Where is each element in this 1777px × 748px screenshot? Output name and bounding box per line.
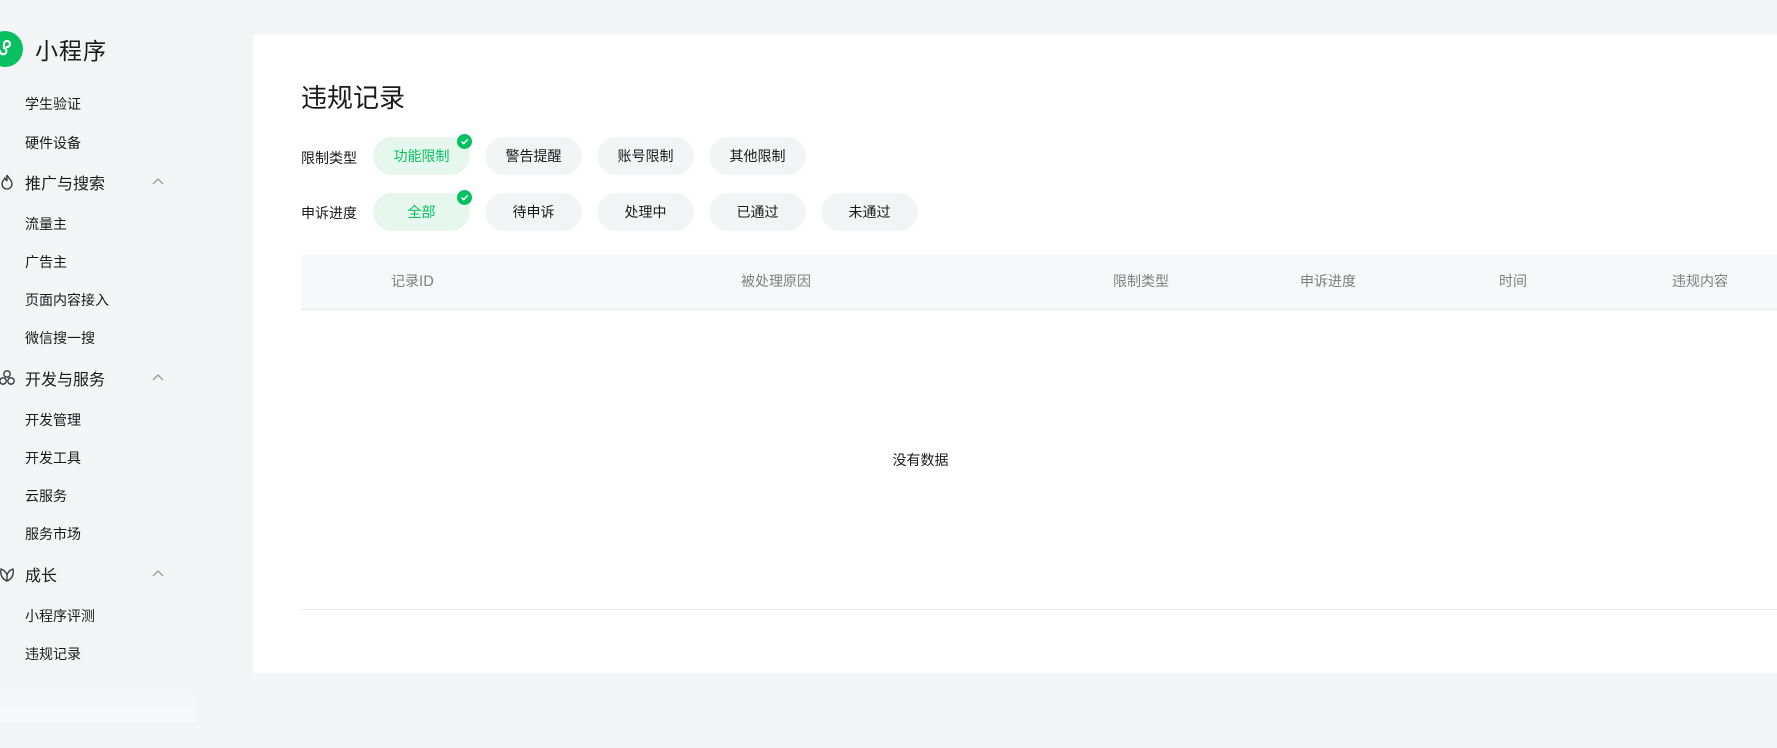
column-header-restriction-type: 限制类型	[1113, 274, 1169, 290]
sidebar-group-label: 开发与服务	[25, 370, 106, 389]
chip-appeal-rejected[interactable]: 未通过	[821, 193, 918, 231]
sidebar-group-promotion-search[interactable]: 推广与搜索	[0, 170, 170, 194]
chip-label: 功能限制	[393, 149, 450, 165]
page-title: 违规记录	[301, 84, 406, 114]
growth-icon	[0, 568, 14, 582]
sidebar-item-dev-management[interactable]: 开发管理	[25, 410, 81, 430]
check-icon	[457, 134, 472, 149]
sidebar-item-advertiser[interactable]: 广告主	[25, 252, 67, 272]
sidebar-group-label: 推广与搜索	[25, 174, 106, 193]
dev-service-icon	[0, 370, 15, 385]
sidebar-item-hardware-devices[interactable]: 硬件设备	[25, 133, 81, 153]
chevron-up-icon	[152, 570, 164, 577]
check-icon	[457, 190, 472, 205]
mini-program-logo-icon	[0, 31, 23, 67]
sidebar-item-wechat-search[interactable]: 微信搜一搜	[25, 328, 95, 348]
chip-appeal-all[interactable]: 全部	[373, 190, 472, 231]
chip-appeal-processing[interactable]: 处理中	[597, 193, 694, 231]
table-bottom-divider	[301, 609, 1777, 610]
table-empty-text: 没有数据	[892, 453, 949, 469]
sidebar-item-dev-tools[interactable]: 开发工具	[25, 448, 81, 468]
chip-label: 警告提醒	[505, 149, 562, 165]
sidebar-item-cloud-service[interactable]: 云服务	[25, 486, 67, 506]
chip-appeal-pending[interactable]: 待申诉	[485, 193, 582, 231]
filter-label-restriction-type: 限制类型	[301, 151, 357, 167]
sidebar-group-label: 成长	[25, 566, 58, 585]
table-header: 记录ID 被处理原因 限制类型 申诉进度 时间 违规内容	[301, 255, 1777, 310]
sidebar: 小程序 学生验证 硬件设备 推广与搜索 流量主 广告主 页面内容接入 微信搜一搜…	[0, 0, 197, 722]
column-header-reason: 被处理原因	[741, 274, 811, 290]
chip-restriction-other[interactable]: 其他限制	[709, 137, 806, 175]
sidebar-item-violation-records[interactable]: 违规记录	[25, 644, 81, 664]
chip-label: 已通过	[736, 205, 779, 221]
sidebar-item-page-content-access[interactable]: 页面内容接入	[25, 290, 109, 310]
column-header-time: 时间	[1499, 274, 1527, 290]
sidebar-item-student-verification[interactable]: 学生验证	[25, 94, 81, 114]
sidebar-item-mini-program-evaluation[interactable]: 小程序评测	[25, 606, 95, 626]
brand[interactable]: 小程序	[0, 31, 107, 67]
chevron-up-icon	[152, 178, 164, 185]
sidebar-group-growth[interactable]: 成长	[0, 562, 170, 586]
filter-label-appeal-progress: 申诉进度	[301, 206, 357, 222]
sidebar-item-service-market[interactable]: 服务市场	[25, 524, 81, 544]
column-header-violation-content: 违规内容	[1672, 274, 1728, 290]
chip-restriction-warning[interactable]: 警告提醒	[485, 137, 582, 175]
chip-restriction-account[interactable]: 账号限制	[597, 137, 694, 175]
chip-label: 未通过	[848, 205, 891, 221]
main-card: 违规记录 限制类型 功能限制 警告提醒 账号限制 其他限制 申诉进度 全部 待申…	[253, 35, 1777, 673]
chip-restriction-function[interactable]: 功能限制	[373, 134, 472, 175]
sidebar-item-traffic-owner[interactable]: 流量主	[25, 214, 67, 234]
sidebar-bottom-fade	[0, 690, 197, 722]
column-header-appeal-progress: 申诉进度	[1300, 274, 1356, 290]
chip-appeal-approved[interactable]: 已通过	[709, 193, 806, 231]
chip-label: 全部	[407, 205, 436, 221]
chip-label: 处理中	[624, 205, 667, 221]
chevron-up-icon	[152, 374, 164, 381]
column-header-record-id: 记录ID	[391, 274, 434, 290]
sidebar-group-dev-service[interactable]: 开发与服务	[0, 366, 170, 390]
chip-label: 账号限制	[617, 149, 674, 165]
chip-label: 其他限制	[729, 149, 786, 165]
promotion-icon	[1, 174, 13, 190]
brand-name: 小程序	[35, 39, 107, 65]
chip-label: 待申诉	[512, 205, 555, 221]
